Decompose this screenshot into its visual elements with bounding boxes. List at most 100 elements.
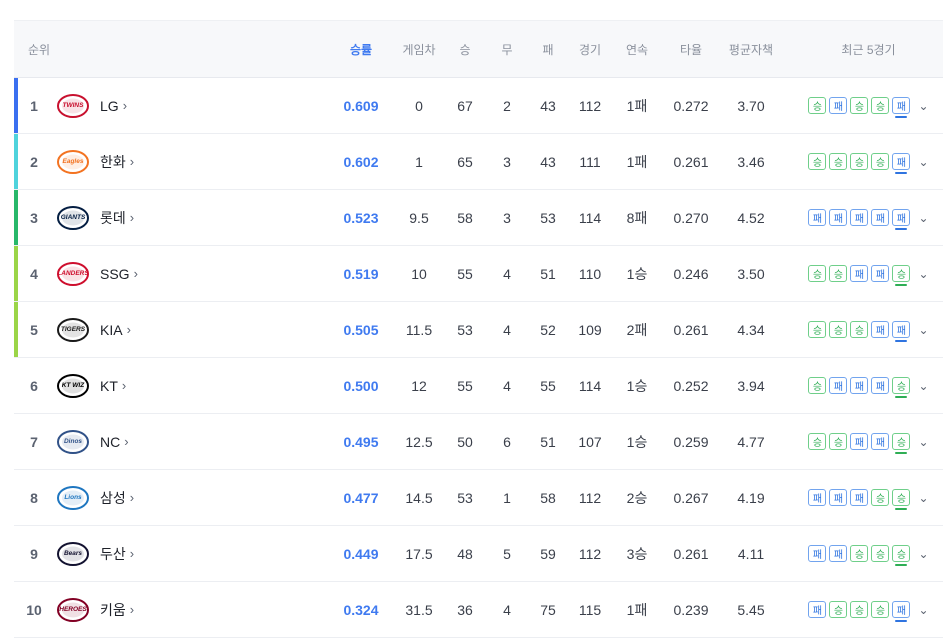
table-row[interactable]: 1 TWINS LG › 0.609 0 67 2 43 112 1패 0.272 3.70 승 패 승 승 패 ⌄ — [14, 78, 943, 134]
team-logo-wordmark: Bears — [63, 549, 83, 557]
team-cell[interactable]: KT WIZ KT › — [54, 358, 294, 413]
team-name-link[interactable]: 한화 › — [100, 152, 134, 172]
table-row[interactable]: 10 HEROES 키움 › 0.324 31.5 36 4 75 115 1패 0.239 5.45 패… — [14, 582, 943, 638]
games-behind: 12.5 — [405, 433, 433, 450]
chevron-down-icon[interactable]: ⌄ — [918, 267, 928, 281]
loss-badge: 패 — [808, 601, 827, 618]
chevron-down-icon[interactable]: ⌄ — [918, 435, 928, 449]
win-pct: 0.324 — [343, 601, 379, 618]
header-wins: 승 — [459, 42, 471, 57]
table-row[interactable]: 2 Eagles 한화 › 0.602 1 65 3 43 111 1패 0.261 3.46 승 승 승 승 패… — [14, 134, 943, 190]
games-played: 111 — [579, 153, 601, 170]
header-rank: 순위 — [28, 42, 51, 57]
loss-badge: 패 — [892, 601, 911, 622]
chevron-down-icon[interactable]: ⌄ — [918, 99, 928, 113]
wins: 50 — [457, 433, 473, 450]
team-cell[interactable]: LANDERS SSG › — [54, 246, 294, 301]
draws: 4 — [503, 321, 511, 338]
losses: 75 — [540, 601, 556, 618]
batting-avg: 0.252 — [673, 377, 709, 394]
draws: 3 — [503, 209, 511, 226]
recent-games: 승 패 승 승 패 ⌄ — [794, 78, 943, 133]
loss-badge: 패 — [829, 545, 848, 562]
loss-badge: 패 — [850, 377, 869, 394]
games-played: 112 — [578, 545, 602, 562]
team-name-link[interactable]: SSG › — [100, 266, 138, 282]
table-row[interactable]: 6 KT WIZ KT › 0.500 12 55 4 55 114 1승 0.252 3.94 승 패 패 패… — [14, 358, 943, 414]
draws: 4 — [503, 265, 511, 282]
team-cell[interactable]: TWINS LG › — [54, 78, 294, 133]
chevron-down-icon[interactable]: ⌄ — [918, 491, 928, 505]
team-logo-wordmark: LANDERS — [57, 269, 89, 277]
loss-badge: 패 — [808, 545, 827, 562]
games-behind: 10 — [411, 265, 427, 282]
team-name-link[interactable]: LG › — [100, 98, 127, 114]
recent-games: 패 패 패 패 패 ⌄ — [794, 190, 943, 245]
games-played: 109 — [578, 321, 602, 338]
team-cell[interactable]: Lions 삼성 › — [54, 470, 294, 525]
team-cell[interactable]: Dinos NC › — [54, 414, 294, 469]
team-name: LG — [100, 97, 119, 114]
table-header: 순위 승률 게임차 승 무 패 경기 연속 타율 평균자책 최근 5경기 — [14, 20, 943, 78]
header-win-pct[interactable]: 승률 — [334, 21, 388, 77]
chevron-down-icon[interactable]: ⌄ — [918, 379, 928, 393]
streak: 1승 — [626, 377, 648, 394]
table-row[interactable]: 8 Lions 삼성 › 0.477 14.5 53 1 58 112 2승 0.267 4.19 패 패 패… — [14, 470, 943, 526]
table-row[interactable]: 3 GIANTS 롯데 › 0.523 9.5 58 3 53 114 8패 0.270 4.52 패 패 패… — [14, 190, 943, 246]
loss-badge: 패 — [850, 265, 869, 282]
win-badge: 승 — [808, 433, 827, 450]
team-name: 삼성 — [100, 489, 126, 506]
team-name-link[interactable]: 롯데 › — [100, 208, 134, 228]
draws: 2 — [503, 97, 511, 114]
team-logo-icon: KT WIZ — [56, 373, 90, 399]
table-row[interactable]: 7 Dinos NC › 0.495 12.5 50 6 51 107 1승 0.259 4.77 승 승 패… — [14, 414, 943, 470]
win-pct: 0.519 — [343, 265, 379, 282]
recent-games: 패 승 승 승 패 ⌄ — [794, 582, 943, 637]
win-badge: 승 — [871, 489, 890, 506]
batting-avg: 0.246 — [673, 265, 709, 282]
header-recent-5: 최근 5경기 — [841, 42, 896, 57]
team-cell[interactable]: HEROES 키움 › — [54, 582, 294, 637]
chevron-right-icon: › — [121, 378, 127, 393]
team-name-link[interactable]: 두산 › — [100, 544, 134, 564]
win-badge: 승 — [871, 545, 890, 562]
team-cell[interactable]: Bears 두산 › — [54, 526, 294, 581]
era: 3.70 — [737, 97, 765, 114]
loss-badge: 패 — [850, 489, 869, 506]
games-behind: 31.5 — [405, 601, 433, 618]
table-body: 1 TWINS LG › 0.609 0 67 2 43 112 1패 0.272 3.70 승 패 승 승 패 ⌄… — [14, 78, 943, 638]
draws: 4 — [503, 377, 511, 394]
team-name-link[interactable]: KIA › — [100, 322, 131, 338]
win-badge: 승 — [808, 153, 827, 170]
games-behind: 12 — [411, 377, 427, 394]
chevron-down-icon[interactable]: ⌄ — [918, 323, 928, 337]
chevron-down-icon[interactable]: ⌄ — [918, 211, 928, 225]
chevron-right-icon: › — [129, 210, 135, 225]
rank-number: 7 — [30, 433, 38, 450]
table-row[interactable]: 5 TIGERS KIA › 0.505 11.5 53 4 52 109 2패 0.261 4.34 승… — [14, 302, 943, 358]
loss-badge: 패 — [871, 377, 890, 394]
team-name-link[interactable]: KT › — [100, 378, 126, 394]
team-name-link[interactable]: NC › — [100, 434, 129, 450]
games-played: 115 — [578, 601, 602, 618]
table-row[interactable]: 9 Bears 두산 › 0.449 17.5 48 5 59 112 3승 0.261 4.11 패 패 승… — [14, 526, 943, 582]
chevron-down-icon[interactable]: ⌄ — [918, 603, 928, 617]
team-cell[interactable]: GIANTS 롯데 › — [54, 190, 294, 245]
header-batting-avg: 타율 — [679, 42, 703, 57]
win-badge: 승 — [808, 377, 827, 394]
games-played: 112 — [578, 489, 602, 506]
rank-number: 9 — [30, 545, 38, 562]
team-name-link[interactable]: 키움 › — [100, 600, 134, 620]
recent-games: 패 패 패 승 승 ⌄ — [794, 470, 943, 525]
recent-games: 승 승 승 승 패 ⌄ — [794, 134, 943, 189]
win-badge: 승 — [892, 377, 911, 398]
draws: 6 — [503, 433, 511, 450]
team-cell[interactable]: Eagles 한화 › — [54, 134, 294, 189]
team-name-link[interactable]: 삼성 › — [100, 488, 134, 508]
table-row[interactable]: 4 LANDERS SSG › 0.519 10 55 4 51 110 1승 0.246 3.50 승 승… — [14, 246, 943, 302]
streak: 2패 — [626, 321, 648, 338]
chevron-down-icon[interactable]: ⌄ — [918, 547, 928, 561]
team-name: 롯데 — [100, 209, 126, 226]
team-cell[interactable]: TIGERS KIA › — [54, 302, 294, 357]
chevron-down-icon[interactable]: ⌄ — [918, 155, 928, 169]
